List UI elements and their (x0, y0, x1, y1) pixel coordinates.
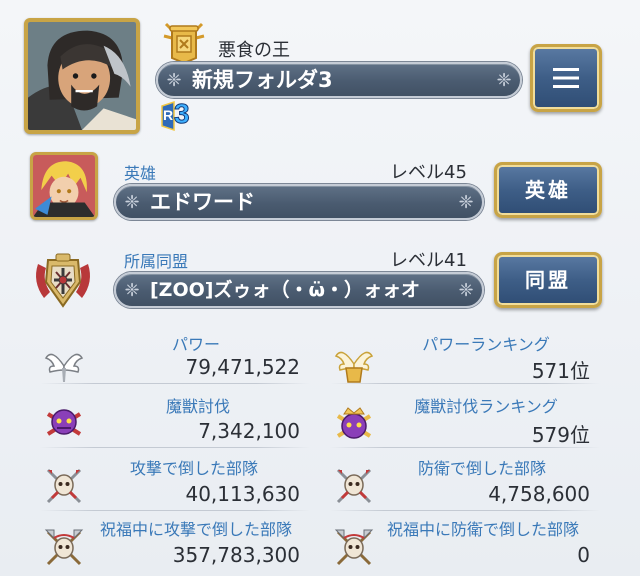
stat-divider (330, 510, 600, 511)
alliance-name: [ZOO]ズゥォ（・ω̈・）ォォオ (150, 279, 420, 301)
alliance-heading: 所属同盟 (124, 252, 189, 271)
crowned-beast-icon (334, 404, 374, 444)
stat-value: 571位 (531, 359, 590, 383)
menu-button[interactable] (530, 44, 602, 112)
stat-label: パワーランキング (422, 335, 550, 354)
stat-divider (40, 510, 310, 511)
hero-avatar[interactable] (30, 152, 98, 220)
stat-divider (330, 383, 600, 384)
hero-name-bar: ❈ エドワード ❈ (114, 184, 484, 220)
crossed-swords-skull-icon (44, 466, 84, 506)
stat-label: 防衛で倒した部隊 (417, 459, 546, 478)
rank-value: 3 (174, 98, 191, 130)
ornament-left-icon: ❈ (166, 70, 182, 91)
ornament-left-icon: ❈ (124, 192, 140, 213)
alliance-level: レベル41 (390, 250, 467, 271)
ornament-left-icon: ❈ (124, 280, 140, 301)
title-crest-icon (160, 18, 208, 65)
golden-wings-icon (334, 344, 374, 384)
hero-name: エドワード (150, 190, 255, 214)
player-name: 新規フォルダ3 (192, 68, 333, 92)
rank-prefix: R (163, 107, 174, 123)
player-title: 悪食の王 (218, 40, 290, 61)
player-profile-panel: 悪食の王 ❈ 新規フォルダ3 ❈ R 3 英雄 レベル45 ❈ エドワード ❈ … (0, 0, 640, 576)
player-portrait-icon (28, 22, 136, 130)
alliance-button-label: 同盟 (525, 268, 571, 292)
stat-label: パワー (171, 335, 220, 354)
rank-badge: R 3 (160, 98, 200, 132)
hero-button[interactable]: 英雄 (494, 162, 602, 218)
player-avatar[interactable] (24, 18, 140, 134)
purple-beast-icon (44, 404, 84, 444)
hero-heading: 英雄 (124, 164, 157, 183)
alliance-emblem-icon[interactable] (30, 252, 96, 310)
stat-divider (40, 383, 310, 384)
ornament-right-icon: ❈ (458, 192, 474, 213)
hamburger-icon (553, 68, 579, 88)
stat-value: 4,758,600 (488, 482, 590, 506)
hero-button-label: 英雄 (525, 178, 571, 202)
hero-portrait-icon (33, 155, 95, 217)
stat-value: 0 (577, 543, 590, 567)
alliance-button[interactable]: 同盟 (494, 252, 602, 308)
stat-value: 7,342,100 (198, 419, 300, 443)
stat-value: 579位 (531, 423, 590, 447)
crossed-axes-skull-icon (44, 528, 84, 568)
stat-label: 魔獣討伐ランキング (414, 397, 558, 416)
stat-divider (40, 447, 310, 448)
stat-value: 79,471,522 (185, 355, 300, 379)
stat-label: 魔獣討伐 (165, 397, 230, 416)
stat-divider (330, 447, 600, 448)
wings-icon (44, 344, 84, 384)
ornament-right-icon: ❈ (458, 280, 474, 301)
stat-label: 攻撃で倒した部隊 (129, 459, 258, 478)
stat-label: 祝福中に防衛で倒した部隊 (386, 520, 579, 539)
stat-value: 357,783,300 (172, 543, 300, 567)
crossed-swords-skull-icon (334, 466, 374, 506)
ornament-right-icon: ❈ (496, 70, 512, 91)
stat-label: 祝福中に攻撃で倒した部隊 (99, 520, 292, 539)
stat-value: 40,113,630 (185, 482, 300, 506)
alliance-name-bar: ❈ [ZOO]ズゥォ（・ω̈・）ォォオ ❈ (114, 272, 484, 308)
player-name-bar: ❈ 新規フォルダ3 ❈ (156, 62, 522, 98)
hero-level: レベル45 (390, 162, 467, 183)
crossed-axes-skull-icon (334, 528, 374, 568)
